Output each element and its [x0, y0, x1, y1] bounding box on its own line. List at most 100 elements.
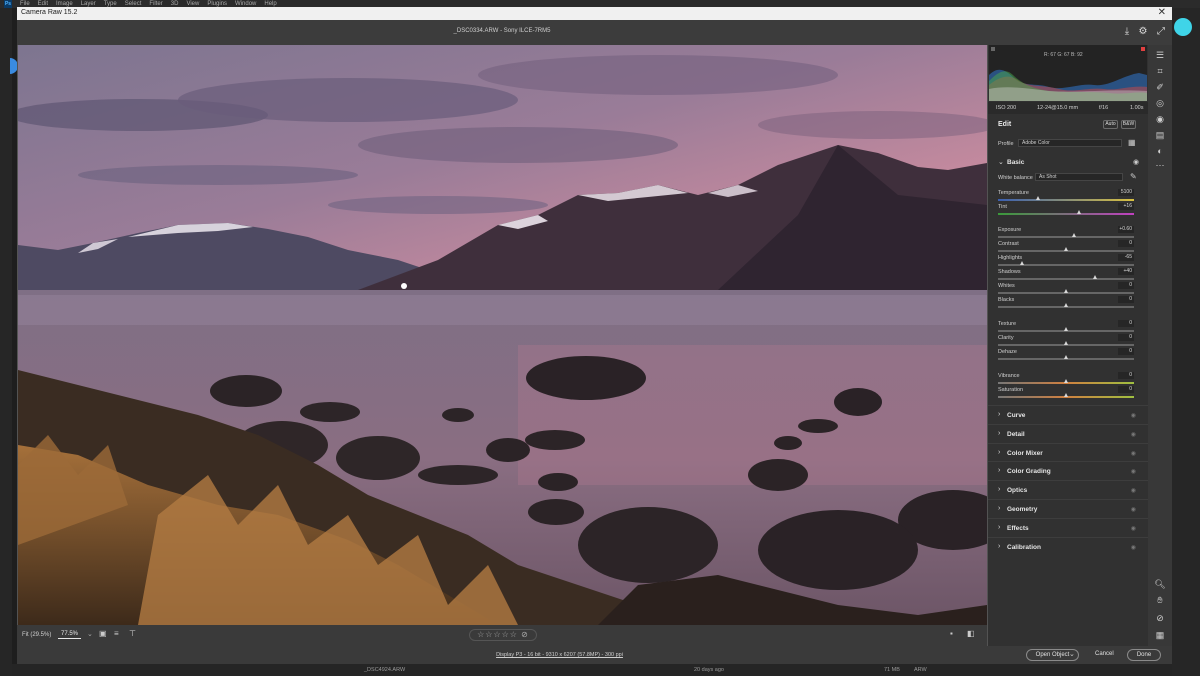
basic-section-header[interactable]: ⌄ Basic ◉ — [988, 157, 1148, 169]
photoshop-file-browser-row[interactable]: _DSC4924.ARW 20 days ago 71 MB ARW — [12, 664, 1172, 676]
bw-button[interactable]: B&W — [1121, 120, 1136, 129]
cancel-button[interactable]: Cancel — [1095, 651, 1114, 657]
visibility-eye-icon[interactable]: ◉ — [1131, 450, 1136, 457]
contrast-value[interactable]: 0 — [1118, 240, 1134, 247]
contrast-thumb[interactable] — [1063, 247, 1068, 251]
blacks-value[interactable]: 0 — [1118, 296, 1134, 303]
geometry-section-header[interactable]: › Geometry ◉ — [988, 499, 1148, 518]
calibration-section-header[interactable]: › Calibration ◉ — [988, 536, 1148, 556]
tint-track[interactable] — [998, 213, 1134, 215]
dehaze-value[interactable]: 0 — [1118, 348, 1134, 355]
exposure-thumb[interactable] — [1071, 233, 1076, 237]
color-sampler-icon[interactable]: ⊘ — [1153, 611, 1167, 625]
compare-view-icon[interactable]: ▣ — [99, 629, 107, 638]
workflow-options-link[interactable]: Display P3 - 16 bit - 9310 x 6207 (57.8M… — [17, 652, 1102, 658]
image-preview[interactable] — [18, 45, 987, 625]
saturation-value[interactable]: 0 — [1118, 386, 1134, 393]
exposure-slider[interactable]: Exposure +0.60 — [998, 226, 1134, 241]
visibility-eye-icon[interactable]: ◉ — [1131, 487, 1136, 494]
tint-value[interactable]: +16 — [1118, 203, 1134, 210]
shadow-clipping-icon[interactable] — [991, 47, 995, 51]
texture-thumb[interactable] — [1063, 327, 1068, 331]
fullscreen-icon[interactable]: ⤢ — [1154, 25, 1168, 39]
shadows-slider[interactable]: Shadows +40 — [998, 268, 1134, 283]
open-options-chevron-icon[interactable]: ⌄ — [1069, 650, 1075, 658]
saturation-slider[interactable]: Saturation 0 — [998, 386, 1134, 401]
user-avatar[interactable] — [1174, 18, 1192, 36]
save-image-icon[interactable]: ⤓ — [1120, 25, 1134, 39]
gear-icon[interactable]: ⚙ — [1136, 25, 1150, 39]
visibility-eye-icon[interactable]: ◉ — [1133, 158, 1139, 166]
color-grading-section-header[interactable]: › Color Grading ◉ — [988, 461, 1148, 480]
temperature-thumb[interactable] — [1036, 196, 1041, 200]
shadows-track[interactable] — [998, 278, 1134, 280]
texture-value[interactable]: 0 — [1118, 320, 1134, 327]
dehaze-slider[interactable]: Dehaze 0 — [998, 348, 1134, 363]
highlight-clipping-icon[interactable] — [1141, 47, 1145, 51]
whites-slider[interactable]: Whites 0 — [998, 282, 1134, 297]
profile-browser-icon[interactable]: ▦ — [1128, 138, 1136, 147]
star-rating[interactable]: ☆☆☆☆☆ ⊘ — [469, 629, 537, 641]
clarity-slider[interactable]: Clarity 0 — [998, 334, 1134, 349]
blacks-thumb[interactable] — [1063, 303, 1068, 307]
white-balance-select[interactable]: As Shot — [1035, 173, 1123, 181]
before-after-icon[interactable]: ◧ — [967, 629, 975, 638]
color-mixer-section-header[interactable]: › Color Mixer ◉ — [988, 442, 1148, 462]
close-icon[interactable]: ✕ — [1158, 7, 1166, 18]
vibrance-slider[interactable]: Vibrance 0 — [998, 372, 1134, 387]
grid-overlay-icon[interactable]: ▦ — [1153, 628, 1167, 642]
blacks-slider[interactable]: Blacks 0 — [998, 296, 1134, 311]
hand-icon[interactable]: ✋︎ — [1153, 593, 1167, 607]
red-eye-icon[interactable]: ◉ — [1153, 112, 1167, 126]
zoom-chevron-icon[interactable]: ⌄ — [87, 630, 93, 638]
detail-section-header[interactable]: › Detail ◉ — [988, 423, 1148, 443]
snapshots-icon[interactable]: ▤ — [1153, 128, 1167, 142]
tint-slider[interactable]: Tint +16 — [998, 203, 1134, 218]
highlights-thumb[interactable] — [1019, 261, 1024, 265]
more-options-icon[interactable]: ⋯ — [1153, 158, 1167, 172]
done-button[interactable]: Done — [1127, 649, 1161, 661]
vibrance-thumb[interactable] — [1063, 379, 1068, 383]
zoom-fit-button[interactable]: Fit (29.5%) — [22, 632, 51, 638]
filmstrip-icon[interactable]: ▪ — [950, 629, 953, 638]
whites-thumb[interactable] — [1063, 289, 1068, 293]
highlights-slider[interactable]: Highlights -65 — [998, 254, 1134, 269]
temperature-slider[interactable]: Temperature 5100 — [998, 189, 1134, 204]
visibility-eye-icon[interactable]: ◉ — [1131, 468, 1136, 475]
optics-section-header[interactable]: › Optics ◉ — [988, 480, 1148, 499]
clarity-value[interactable]: 0 — [1118, 334, 1134, 341]
dialog-titlebar[interactable]: Camera Raw 15.2 ✕ — [17, 7, 1172, 20]
dehaze-thumb[interactable] — [1063, 355, 1068, 359]
exposure-value[interactable]: +0.60 — [1118, 226, 1134, 233]
auto-button[interactable]: Auto — [1103, 120, 1118, 129]
visibility-eye-icon[interactable]: ◉ — [1131, 544, 1136, 551]
curve-section-header[interactable]: › Curve ◉ — [988, 405, 1148, 424]
visibility-eye-icon[interactable]: ◉ — [1131, 431, 1136, 438]
sort-icon[interactable]: ≡ — [114, 629, 119, 638]
shadows-thumb[interactable] — [1093, 275, 1098, 279]
whites-value[interactable]: 0 — [1118, 282, 1134, 289]
exposure-track[interactable] — [998, 236, 1134, 238]
effects-section-header[interactable]: › Effects ◉ — [988, 517, 1148, 537]
texture-slider[interactable]: Texture 0 — [998, 320, 1134, 335]
temperature-track[interactable] — [998, 199, 1134, 201]
edit-sliders-icon[interactable]: ☰ — [1153, 48, 1167, 62]
highlights-value[interactable]: -65 — [1118, 254, 1134, 261]
visibility-eye-icon[interactable]: ◉ — [1131, 525, 1136, 532]
visibility-eye-icon[interactable]: ◉ — [1131, 412, 1136, 419]
tint-thumb[interactable] — [1077, 210, 1082, 214]
highlights-track[interactable] — [998, 264, 1134, 266]
eyedropper-icon[interactable]: ✎ — [1130, 172, 1137, 181]
visibility-eye-icon[interactable]: ◉ — [1131, 506, 1136, 513]
masking-icon[interactable]: ◎ — [1153, 96, 1167, 110]
contrast-slider[interactable]: Contrast 0 — [998, 240, 1134, 255]
shadows-value[interactable]: +40 — [1118, 268, 1134, 275]
vibrance-value[interactable]: 0 — [1118, 372, 1134, 379]
zoom-level-select[interactable]: 77.5% — [58, 630, 82, 639]
filter-icon[interactable]: ⊤ — [129, 629, 136, 638]
saturation-thumb[interactable] — [1063, 393, 1068, 397]
zoom-icon[interactable]: 🔍︎ — [1153, 577, 1167, 591]
presets-icon[interactable]: ◐ — [1153, 144, 1167, 158]
clarity-thumb[interactable] — [1063, 341, 1068, 345]
temperature-value[interactable]: 5100 — [1118, 189, 1134, 196]
